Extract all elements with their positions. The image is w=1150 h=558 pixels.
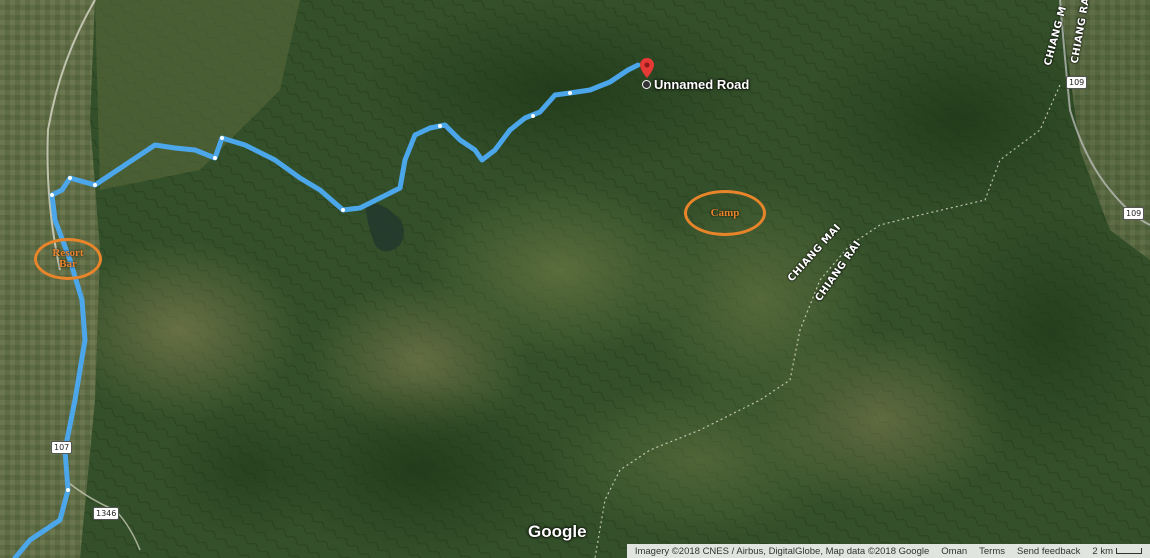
country-link[interactable]: Oman [941,546,967,557]
red-pin-icon[interactable] [640,58,654,78]
road-shield-109-top: 109 [1066,76,1088,89]
map-footer: Imagery ©2018 CNES / Airbus, DigitalGlob… [626,544,1150,558]
road-shield-1346: 1346 [93,507,120,520]
camp-annotation-label: Camp [710,206,740,219]
camp-annotation: Camp [684,190,766,236]
road-shield-107: 107 [51,441,73,454]
satellite-imagery [0,0,1150,558]
scale-bar [1116,547,1142,554]
send-feedback-link[interactable]: Send feedback [1017,546,1080,557]
attribution-text: Imagery ©2018 CNES / Airbus, DigitalGlob… [634,545,930,557]
scale-label: 2 km [1092,545,1113,557]
map-canvas[interactable]: Unnamed Road CHIANG MAI CHIANG RAI CHIAN… [0,0,1150,558]
terms-link[interactable]: Terms [979,546,1005,557]
google-logo: Google [528,522,587,541]
circle-icon [642,80,651,89]
resort-bar-annotation: Resort Bar [34,238,102,280]
scale-indicator[interactable]: 2 km [1092,546,1142,557]
destination-label[interactable]: Unnamed Road [654,77,749,92]
road-shield-109-right: 109 [1123,207,1145,220]
resort-annotation-line2: Bar [59,258,77,270]
